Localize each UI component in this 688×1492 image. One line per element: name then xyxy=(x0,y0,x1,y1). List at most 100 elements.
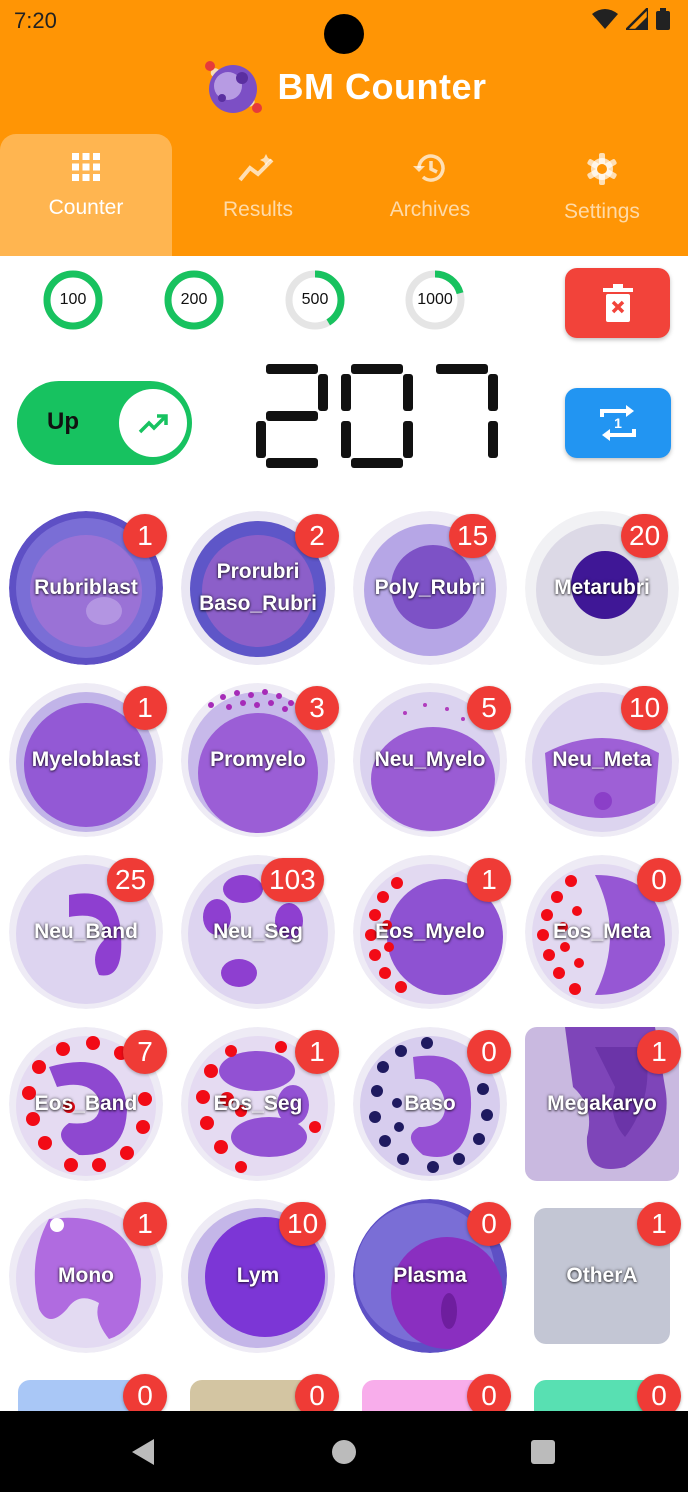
cell-label: Eos_Seg xyxy=(213,1092,303,1115)
goal-ring-500[interactable]: 500 xyxy=(285,270,345,330)
tab-results-label: Results xyxy=(222,198,294,221)
recents-icon[interactable] xyxy=(530,1439,556,1465)
swap-icon: 1 xyxy=(600,405,636,441)
count-direction-toggle[interactable]: Up xyxy=(17,381,192,465)
digit-segment xyxy=(351,364,403,374)
count-badge: 1 xyxy=(467,858,511,902)
cell-label: Neu_Band xyxy=(34,920,138,943)
cell-label: Prorubri Baso_Rubri xyxy=(181,556,335,620)
tab-archives-label: Archives xyxy=(389,198,471,221)
goal-ring-1000[interactable]: 1000 xyxy=(405,270,465,330)
home-icon[interactable] xyxy=(331,1439,357,1465)
count-badge: 15 xyxy=(449,514,497,558)
toggle-label: Up xyxy=(47,408,79,435)
history-icon xyxy=(413,154,445,182)
count-badge: 0 xyxy=(467,1202,511,1246)
goal-ring-100[interactable]: 100 xyxy=(43,270,103,330)
cell-label: Poly_Rubri xyxy=(374,576,486,599)
count-badge: 10 xyxy=(621,686,669,730)
cell-label: Lym xyxy=(236,1264,280,1287)
cell-label: Megakaryo xyxy=(547,1092,657,1115)
battery-icon xyxy=(656,8,670,30)
cell-label: Promyelo xyxy=(210,748,306,771)
cell-label: OtherA xyxy=(566,1264,638,1287)
cell-label: Neu_Meta xyxy=(552,748,652,771)
count-badge: 20 xyxy=(621,514,669,558)
tab-counter-label: Counter xyxy=(48,196,124,219)
tab-bar: Counter Results Archives Settings xyxy=(0,134,688,256)
count-badge: 103 xyxy=(261,858,324,902)
cell-label: Mono xyxy=(58,1264,114,1287)
grid-icon xyxy=(72,153,100,181)
digit-segment xyxy=(488,374,498,411)
count-badge: 1 xyxy=(123,686,167,730)
digit-segment xyxy=(341,421,351,458)
goal-ring-label: 100 xyxy=(59,291,87,308)
cell-label: Eos_Band xyxy=(34,1092,138,1115)
cell-label: Metarubri xyxy=(554,576,650,599)
digit-segment xyxy=(266,364,318,374)
goal-ring-200[interactable]: 200 xyxy=(164,270,224,330)
tab-results[interactable]: Results xyxy=(172,134,344,256)
toggle-knob xyxy=(119,389,187,457)
delete-button[interactable] xyxy=(565,268,670,338)
count-badge: 10 xyxy=(279,1202,327,1246)
svg-text:1: 1 xyxy=(614,415,622,431)
trending-up-icon xyxy=(138,414,168,434)
cell-label-line1: Prorubri xyxy=(216,560,300,583)
digit-segment xyxy=(256,421,266,458)
count-badge: 1 xyxy=(123,514,167,558)
digit-segment xyxy=(403,421,413,458)
count-badge: 1 xyxy=(295,1030,339,1074)
status-icons xyxy=(592,8,670,30)
camera-cutout xyxy=(324,14,364,54)
digit-segment xyxy=(341,374,351,411)
status-time: 7:20 xyxy=(14,8,57,33)
digit-segment xyxy=(488,421,498,458)
digit-segment xyxy=(403,374,413,411)
count-badge: 5 xyxy=(467,686,511,730)
app-title: BM Counter xyxy=(277,66,487,107)
app-logo-icon xyxy=(204,61,262,113)
tab-archives[interactable]: Archives xyxy=(344,134,516,256)
cell-label: Eos_Meta xyxy=(552,920,652,943)
digit-segment xyxy=(436,364,488,374)
count-badge: 3 xyxy=(295,686,339,730)
digit-segment xyxy=(318,374,328,411)
count-badge: 7 xyxy=(123,1030,167,1074)
wifi-icon xyxy=(592,9,618,29)
count-badge: 2 xyxy=(295,514,339,558)
signal-icon xyxy=(626,8,648,30)
count-badge: 1 xyxy=(123,1202,167,1246)
cell-label: Myeloblast xyxy=(31,748,141,771)
cell-label: Plasma xyxy=(393,1264,467,1287)
system-nav-bar xyxy=(0,1411,688,1492)
app-title-row: BM Counter xyxy=(0,56,688,118)
gear-icon xyxy=(587,153,617,185)
seven-segment-display xyxy=(256,364,498,468)
swap-button[interactable]: 1 xyxy=(565,388,671,458)
cell-label: Eos_Myelo xyxy=(375,920,485,943)
digit-segment xyxy=(266,411,318,421)
tab-counter[interactable]: Counter xyxy=(0,134,172,256)
trending-icon xyxy=(238,154,274,182)
goal-ring-label: 200 xyxy=(180,291,208,308)
cell-label-line2: Baso_Rubri xyxy=(199,592,317,615)
total-counter: 207 xyxy=(248,356,508,476)
goal-ring-label: 500 xyxy=(301,291,329,308)
count-badge: 1 xyxy=(637,1030,681,1074)
tab-settings-label: Settings xyxy=(564,200,640,223)
count-badge: 1 xyxy=(637,1202,681,1246)
cell-label: Neu_Seg xyxy=(213,920,303,943)
cell-label: Rubriblast xyxy=(34,576,138,599)
bm-counter-screen: 7:20 BM Counter Counter Results Archives… xyxy=(0,0,688,1492)
digit-segment xyxy=(266,458,318,468)
back-icon[interactable] xyxy=(130,1439,156,1465)
cell-label: Neu_Myelo xyxy=(374,748,486,771)
trash-icon xyxy=(602,284,633,322)
count-badge: 25 xyxy=(107,858,155,902)
tab-settings[interactable]: Settings xyxy=(516,134,688,256)
goal-ring-label: 1000 xyxy=(417,291,453,308)
app-header: 7:20 BM Counter Counter Results Archives… xyxy=(0,0,688,256)
count-badge: 0 xyxy=(637,858,681,902)
